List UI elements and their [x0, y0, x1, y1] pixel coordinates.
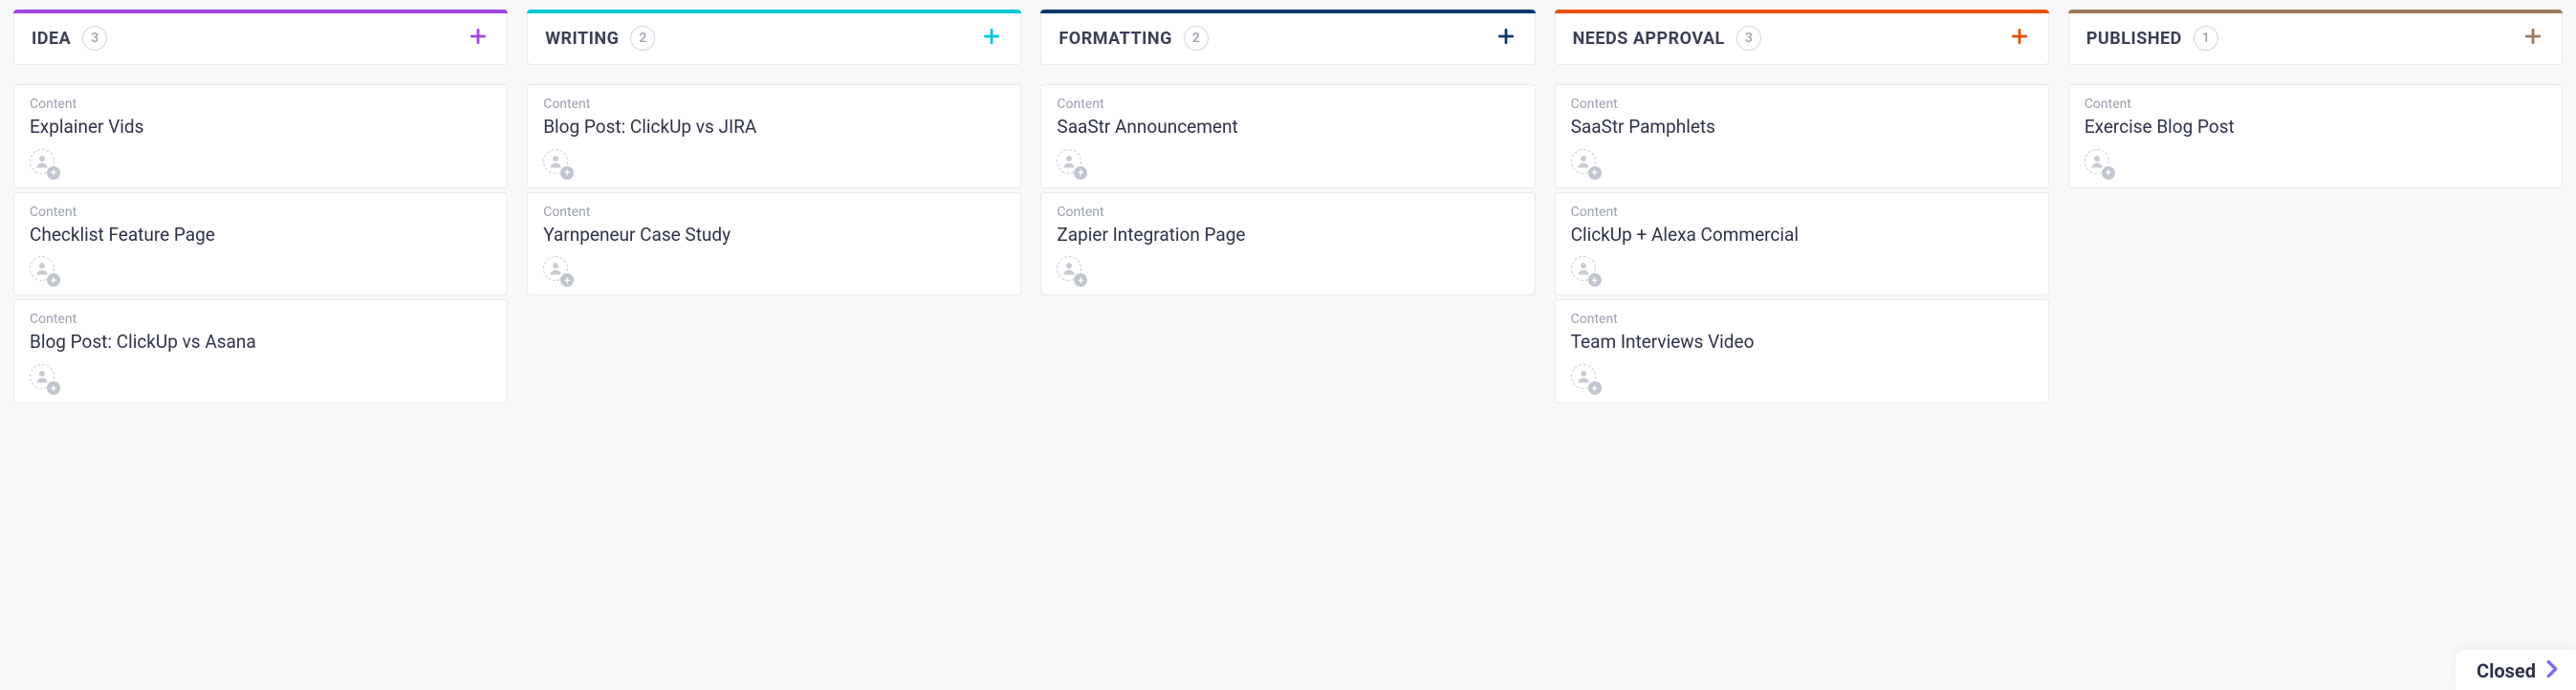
card-title: Blog Post: ClickUp vs JIRA	[543, 116, 1005, 140]
card[interactable]: Content SaaStr Pamphlets +	[1555, 84, 2049, 188]
card-type-label: Content	[30, 97, 491, 112]
card-type-label: Content	[30, 205, 491, 220]
card-type-label: Content	[543, 205, 1005, 220]
card-type-label: Content	[543, 97, 1005, 112]
add-card-button[interactable]	[467, 27, 490, 50]
chevron-right-icon	[2545, 660, 2559, 681]
card-title: Blog Post: ClickUp vs Asana	[30, 331, 491, 355]
plus-icon	[2524, 28, 2542, 49]
card[interactable]: Content Zapier Integration Page +	[1040, 192, 1535, 296]
column-title: NEEDS APPROVAL	[1573, 29, 1725, 49]
assignee-add-button[interactable]: +	[30, 149, 58, 178]
plus-icon: +	[1588, 273, 1602, 287]
plus-icon	[983, 28, 1000, 49]
add-card-button[interactable]	[980, 27, 1003, 50]
column-count-badge: 2	[1184, 26, 1209, 51]
plus-icon: +	[47, 381, 60, 395]
card[interactable]: Content Blog Post: ClickUp vs Asana +	[13, 299, 508, 403]
column-count-badge: 1	[2194, 26, 2218, 51]
assignee-add-button[interactable]: +	[30, 256, 58, 285]
plus-icon	[1497, 28, 1515, 49]
plus-icon: +	[47, 273, 60, 287]
column-header: IDEA 3	[13, 10, 508, 65]
plus-icon: +	[1074, 273, 1087, 287]
card-type-label: Content	[2085, 97, 2546, 112]
card-title: Checklist Feature Page	[30, 224, 491, 248]
closed-label: Closed	[2477, 659, 2536, 682]
closed-panel-toggle[interactable]: Closed	[2456, 650, 2576, 690]
column-count-badge: 2	[630, 26, 655, 51]
card[interactable]: Content SaaStr Announcement +	[1040, 84, 1535, 188]
column: PUBLISHED 1 Content Exercise Blog Post +	[2068, 10, 2563, 188]
plus-icon	[469, 28, 487, 49]
column: NEEDS APPROVAL3ContentSaaStr Pamphlets+C…	[1555, 10, 2049, 403]
assignee-add-button[interactable]: +	[1571, 256, 1600, 285]
column: WRITING 2 Content Blog Post: ClickUp vs JIR…	[527, 10, 1021, 295]
plus-icon: +	[1074, 166, 1087, 180]
column-count-badge: 3	[1736, 26, 1761, 51]
column: FORMATTING2ContentSaaStr Announcement+Co…	[1040, 10, 1535, 295]
card-type-label: Content	[1057, 97, 1518, 112]
assignee-add-button[interactable]: +	[1571, 364, 1600, 393]
assignee-add-button[interactable]: +	[30, 364, 58, 393]
column: IDEA 3 Content Explainer Vids + Content Checkl…	[13, 10, 508, 403]
assignee-add-button[interactable]: +	[2085, 149, 2113, 178]
card[interactable]: Content Blog Post: ClickUp vs JIRA +	[527, 84, 1021, 188]
column-header: PUBLISHED 1	[2068, 10, 2563, 65]
card-list: Content Exercise Blog Post +	[2068, 84, 2563, 188]
card-type-label: Content	[1057, 205, 1518, 220]
card-type-label: Content	[1571, 97, 2033, 112]
plus-icon: +	[560, 273, 574, 287]
card-type-label: Content	[1571, 205, 2033, 220]
column-count-badge: 3	[82, 26, 107, 51]
card-list: ContentBlog Post: ClickUp vs JIRA+Conten…	[527, 84, 1021, 295]
card-list: Content SaaStr Announcement + Content Zapier…	[1040, 84, 1535, 295]
column-title: PUBLISHED	[2086, 29, 2182, 49]
plus-icon: +	[47, 166, 60, 180]
assignee-add-button[interactable]: +	[543, 149, 572, 178]
plus-icon: +	[2102, 166, 2115, 180]
card-list: Content Explainer Vids + Content Checklist F…	[13, 84, 508, 403]
card[interactable]: Content ClickUp + Alexa Commercial +	[1555, 192, 2049, 296]
plus-icon: +	[560, 166, 574, 180]
column-header: WRITING 2	[527, 10, 1021, 65]
column-header: NEEDS APPROVAL 3	[1555, 10, 2049, 65]
card-title: SaaStr Pamphlets	[1571, 116, 2033, 140]
card[interactable]: Content Team Interviews Video +	[1555, 299, 2049, 403]
card-type-label: Content	[30, 312, 491, 327]
add-card-button[interactable]	[1495, 27, 1517, 50]
column-header: FORMATTING 2	[1040, 10, 1535, 65]
card-type-label: Content	[1571, 312, 2033, 327]
card-list: Content SaaStr Pamphlets + Content ClickUp +…	[1555, 84, 2049, 403]
card-title: Yarnpeneur Case Study	[543, 224, 1005, 248]
card-title: Explainer Vids	[30, 116, 491, 140]
add-card-button[interactable]	[2008, 27, 2031, 50]
assignee-add-button[interactable]: +	[543, 256, 572, 285]
card-title: SaaStr Announcement	[1057, 116, 1518, 140]
assignee-add-button[interactable]: +	[1057, 149, 1085, 178]
card-title: Exercise Blog Post	[2085, 116, 2546, 140]
column-title: IDEA	[32, 29, 71, 49]
card-title: Team Interviews Video	[1571, 331, 2033, 355]
plus-icon: +	[1588, 166, 1602, 180]
column-title: WRITING	[545, 29, 619, 49]
card[interactable]: Content Exercise Blog Post +	[2068, 84, 2563, 188]
card[interactable]: Content Checklist Feature Page +	[13, 192, 508, 296]
kanban-board: IDEA 3 Content Explainer Vids + Content Checkl…	[13, 10, 2563, 403]
add-card-button[interactable]	[2521, 27, 2544, 50]
card[interactable]: Content Yarnpeneur Case Study +	[527, 192, 1021, 296]
plus-icon	[2011, 28, 2028, 49]
assignee-add-button[interactable]: +	[1057, 256, 1085, 285]
assignee-add-button[interactable]: +	[1571, 149, 1600, 178]
column-title: FORMATTING	[1059, 29, 1171, 49]
plus-icon: +	[1588, 381, 1602, 395]
card-title: ClickUp + Alexa Commercial	[1571, 224, 2033, 248]
card-title: Zapier Integration Page	[1057, 224, 1518, 248]
card[interactable]: Content Explainer Vids +	[13, 84, 508, 188]
